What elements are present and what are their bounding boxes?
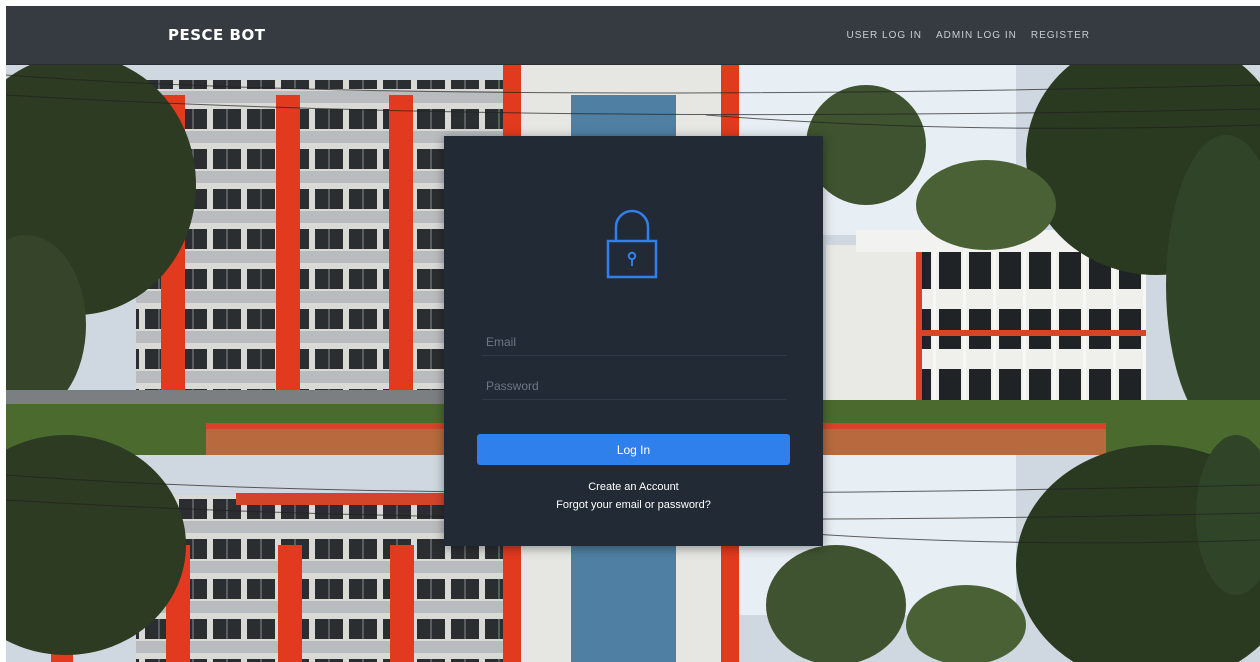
- navbar: PESCE BOT USER LOG IN ADMIN LOG IN REGIS…: [6, 6, 1260, 65]
- email-field[interactable]: [482, 328, 787, 356]
- brand-logo[interactable]: PESCE BOT: [168, 26, 265, 44]
- page-frame: PESCE BOT USER LOG IN ADMIN LOG IN REGIS…: [6, 6, 1260, 662]
- login-button[interactable]: Log In: [477, 434, 790, 465]
- create-account-link[interactable]: Create an Account: [444, 481, 823, 493]
- nav-register[interactable]: REGISTER: [1031, 30, 1090, 41]
- forgot-password-link[interactable]: Forgot your email or password?: [444, 499, 823, 511]
- password-field[interactable]: [482, 372, 787, 400]
- lock-icon: [606, 209, 658, 279]
- nav-links: USER LOG IN ADMIN LOG IN REGISTER: [847, 30, 1091, 41]
- login-card: Log In Create an Account Forgot your ema…: [444, 136, 823, 546]
- nav-user-login[interactable]: USER LOG IN: [847, 30, 922, 41]
- nav-admin-login[interactable]: ADMIN LOG IN: [936, 30, 1017, 41]
